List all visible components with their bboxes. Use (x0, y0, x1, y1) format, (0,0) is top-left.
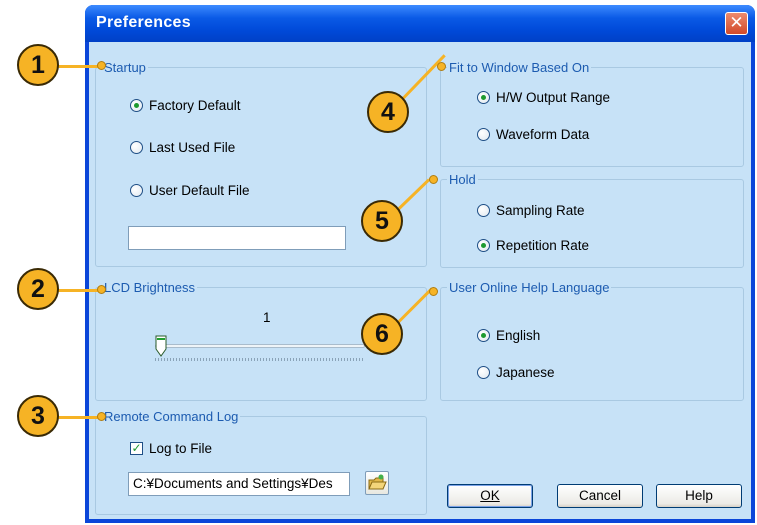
callout-dot-2 (97, 285, 106, 294)
callout-3: 3 (17, 395, 59, 437)
radio-indicator (477, 90, 490, 104)
log-to-file-label: Log to File (149, 440, 213, 456)
radio-label: Japanese (496, 364, 555, 380)
radio-indicator (477, 127, 490, 141)
callout-dot-5 (429, 175, 438, 184)
radio-indicator (130, 98, 143, 112)
remote-command-log-group: Remote Command Log (95, 409, 427, 515)
user-default-file-input[interactable] (128, 226, 346, 250)
log-to-file-checkbox[interactable]: ✓ Log to File (130, 439, 212, 457)
brightness-slider[interactable] (155, 334, 365, 374)
radio-indicator (477, 365, 490, 379)
callout-4: 4 (367, 91, 409, 133)
fit-to-window-legend: Fit to Window Based On (449, 60, 590, 75)
hold-legend: Hold (449, 172, 476, 187)
radio-label: User Default File (149, 182, 250, 198)
callout-1: 1 (17, 44, 59, 86)
ok-label: OK (480, 488, 500, 503)
help-button[interactable]: Help (656, 484, 742, 508)
radio-label: Sampling Rate (496, 202, 585, 218)
radio-label: Last Used File (149, 139, 236, 155)
radio-hw-output-range[interactable]: H/W Output Range (477, 88, 610, 106)
callout-5: 5 (361, 200, 403, 242)
brightness-value: 1 (263, 310, 271, 325)
radio-indicator (130, 183, 143, 197)
radio-user-default-file[interactable]: User Default File (130, 181, 250, 199)
callout-leader-3 (58, 416, 102, 419)
radio-factory-default[interactable]: Factory Default (130, 96, 241, 114)
radio-last-used-file[interactable]: Last Used File (130, 138, 235, 156)
radio-indicator (477, 203, 490, 217)
slider-ticks (155, 358, 365, 361)
radio-label: Factory Default (149, 97, 241, 113)
cancel-button[interactable]: Cancel (557, 484, 643, 508)
radio-label: Waveform Data (496, 126, 590, 142)
title-bar[interactable]: Preferences ✕ (85, 5, 755, 42)
radio-japanese[interactable]: Japanese (477, 363, 555, 381)
radio-indicator (130, 140, 143, 154)
callout-leader-1 (58, 65, 102, 68)
slider-track (155, 344, 365, 348)
radio-label: Repetition Rate (496, 237, 590, 253)
radio-repetition-rate[interactable]: Repetition Rate (477, 236, 589, 254)
slider-thumb[interactable] (155, 335, 167, 357)
help-label: Help (685, 488, 713, 503)
radio-sampling-rate[interactable]: Sampling Rate (477, 201, 585, 219)
callout-dot-4 (437, 62, 446, 71)
checkmark-icon: ✓ (130, 440, 143, 455)
radio-english[interactable]: English (477, 326, 540, 344)
cancel-label: Cancel (578, 488, 622, 503)
radio-label: H/W Output Range (496, 89, 611, 105)
browse-button[interactable] (365, 471, 389, 495)
help-language-legend: User Online Help Language (449, 280, 610, 295)
fit-to-window-group: Fit to Window Based On (440, 60, 744, 167)
close-button[interactable]: ✕ (725, 12, 748, 35)
startup-legend: Startup (104, 60, 146, 75)
callout-dot-1 (97, 61, 106, 70)
radio-indicator (477, 328, 490, 342)
window-title: Preferences (96, 14, 191, 31)
radio-indicator (477, 238, 490, 252)
callout-2: 2 (17, 268, 59, 310)
radio-label: English (496, 327, 541, 343)
callout-dot-6 (429, 287, 438, 296)
dialog-client-area: Startup Factory Default Last Used File U… (89, 42, 751, 519)
log-path-input[interactable]: C:¥Documents and Settings¥Des (128, 472, 350, 496)
folder-browse-icon (368, 474, 387, 490)
remote-command-log-legend: Remote Command Log (104, 409, 239, 424)
ok-button[interactable]: OK (447, 484, 533, 508)
lcd-brightness-legend: LCD Brightness (104, 280, 196, 295)
callout-6: 6 (361, 313, 403, 355)
callout-dot-3 (97, 412, 106, 421)
radio-waveform-data[interactable]: Waveform Data (477, 125, 589, 143)
callout-leader-2 (58, 289, 102, 292)
close-icon: ✕ (729, 13, 744, 33)
